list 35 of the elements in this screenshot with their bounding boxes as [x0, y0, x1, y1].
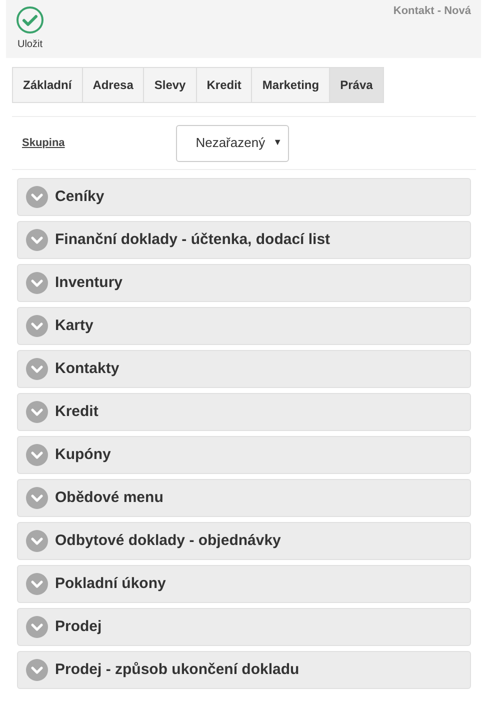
page-title: Kontakt - Nová [393, 4, 471, 19]
section-header[interactable]: Karty [17, 307, 471, 345]
section-title: Inventury [55, 272, 123, 293]
section-header[interactable]: Prodej - způsob ukončení dokladu [17, 651, 471, 689]
section-title: Kredit [55, 402, 98, 422]
group-select[interactable]: Nezařazený ▼ [176, 124, 289, 162]
section-title: Finanční doklady - účtenka, dodací list [55, 230, 330, 250]
section-title: Prodej [55, 616, 102, 637]
save-button[interactable]: Uložit [16, 6, 44, 52]
section-header[interactable]: Inventury [17, 264, 471, 302]
section-title: Prodej - způsob ukončení dokladu [55, 660, 300, 680]
section-header[interactable]: Kupóny [17, 436, 471, 474]
section-header[interactable]: Kredit [17, 393, 471, 431]
section-header[interactable]: Obědové menu [17, 479, 471, 517]
tab[interactable]: Kredit [196, 67, 252, 103]
tab[interactable]: Slevy [143, 67, 197, 103]
tab[interactable]: Adresa [82, 67, 144, 103]
section-title: Ceníky [55, 186, 104, 207]
section-title: Pokladní úkony [55, 574, 166, 594]
section-title: Odbytové doklady - objednávky [55, 530, 281, 551]
section-header[interactable]: Ceníky [17, 178, 471, 216]
section-title: Obědové menu [55, 488, 164, 508]
group-label[interactable]: Skupina [22, 134, 176, 152]
section-header[interactable]: Finanční doklady - účtenka, dodací list [17, 221, 471, 259]
check-icon [16, 6, 44, 34]
section-header[interactable]: Kontakty [17, 350, 471, 388]
section-title: Karty [55, 316, 94, 336]
tab[interactable]: Marketing [251, 67, 330, 103]
section-title: Kontakty [55, 358, 120, 379]
section-title: Kupóny [55, 444, 111, 465]
tab[interactable]: Základní [12, 67, 83, 103]
section-header[interactable]: Pokladní úkony [17, 565, 471, 603]
section-header[interactable]: Odbytové doklady - objednávky [17, 522, 471, 560]
tab[interactable]: Práva [329, 67, 384, 103]
section-header[interactable]: Prodej [17, 608, 471, 646]
